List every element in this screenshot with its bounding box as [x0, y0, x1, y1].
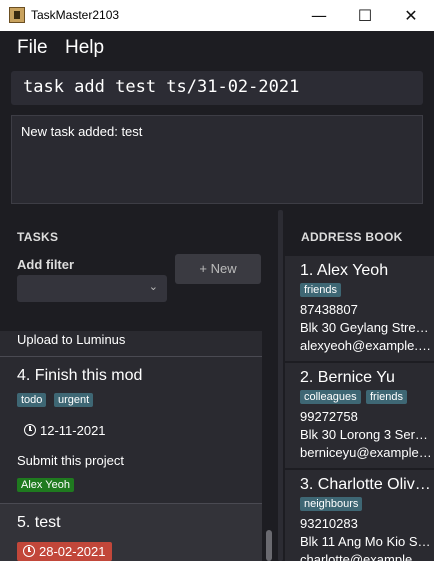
person-phone: 87438807: [300, 302, 358, 317]
person-tag: friends: [366, 390, 408, 404]
person-card[interactable]: 2. Bernice Yu colleagues friends 9927275…: [285, 363, 434, 468]
clock-icon: [24, 424, 36, 436]
address-book-heading: ADDRESS BOOK: [301, 230, 403, 244]
task-description: Submit this project: [17, 453, 124, 468]
task-member-tag: Alex Yeoh: [17, 478, 74, 492]
person-name: 3. Charlotte Oliveiro: [300, 476, 434, 493]
task-list[interactable]: Upload to Luminus 4. Finish this mod tod…: [0, 331, 262, 561]
task-date: 12-11-2021: [24, 423, 106, 438]
person-email: charlotte@example.com: [300, 552, 432, 561]
task-tag: todo: [17, 393, 47, 407]
tasks-heading: TASKS: [17, 230, 59, 244]
task-card[interactable]: 5. test 28-02-2021: [0, 504, 262, 561]
task-scrollbar[interactable]: [264, 331, 274, 561]
person-phone: 99272758: [300, 409, 358, 424]
chevron-down-icon: ⌄: [148, 280, 158, 293]
split-divider[interactable]: [278, 210, 283, 561]
menu-help[interactable]: Help: [65, 37, 104, 59]
task-description: Upload to Luminus: [17, 332, 126, 347]
result-message: New task added: test: [21, 124, 143, 139]
task-date-overdue: 28-02-2021: [17, 542, 112, 561]
close-button[interactable]: ✕: [388, 0, 434, 31]
menu-bar: File Help: [0, 31, 434, 64]
command-text: task add test ts/31-02-2021: [23, 77, 300, 97]
filter-label: Add filter: [17, 257, 75, 272]
menu-file[interactable]: File: [17, 37, 48, 59]
person-address: Blk 11 Ang Mo Kio Street 74: [300, 534, 432, 549]
task-name: 4. Finish this mod: [17, 367, 143, 384]
person-card[interactable]: 1. Alex Yeoh friends 87438807 Blk 30 Gey…: [285, 256, 434, 361]
maximize-button[interactable]: ☐: [342, 0, 388, 31]
window-title: TaskMaster2103: [31, 8, 120, 22]
person-email: alexyeoh@example.com: [300, 338, 432, 353]
clock-icon: [23, 545, 35, 557]
task-card[interactable]: Upload to Luminus: [0, 331, 262, 356]
minimize-button[interactable]: —: [296, 0, 342, 31]
app-icon: [9, 7, 25, 23]
task-tag: urgent: [54, 393, 94, 407]
task-scrollbar-thumb[interactable]: [266, 530, 272, 561]
task-date-text: 28-02-2021: [39, 544, 106, 559]
task-name: 5. test: [17, 514, 61, 531]
person-email: berniceyu@example.com: [300, 445, 432, 460]
task-date-text: 12-11-2021: [40, 423, 106, 438]
person-phone: 93210283: [300, 516, 358, 531]
person-card[interactable]: 3. Charlotte Oliveiro neighbours 9321028…: [285, 470, 434, 561]
person-name: 1. Alex Yeoh: [300, 262, 389, 279]
result-display: New task added: test: [11, 115, 423, 204]
person-tag: neighbours: [300, 497, 363, 511]
command-input[interactable]: task add test ts/31-02-2021: [11, 71, 423, 105]
person-name: 2. Bernice Yu: [300, 369, 395, 386]
title-bar: TaskMaster2103 — ☐ ✕: [0, 0, 434, 31]
filter-dropdown[interactable]: ⌄: [17, 275, 167, 302]
person-address: Blk 30 Lorong 3 Serangoon Gardens: [300, 427, 432, 442]
person-address: Blk 30 Geylang Street 29: [300, 320, 432, 335]
person-tag: friends: [300, 283, 342, 297]
person-tag: colleagues: [300, 390, 361, 404]
task-card[interactable]: 4. Finish this mod todo urgent 12-11-202…: [0, 357, 262, 502]
new-task-button[interactable]: + New: [175, 254, 261, 284]
person-list[interactable]: 1. Alex Yeoh friends 87438807 Blk 30 Gey…: [285, 256, 434, 561]
